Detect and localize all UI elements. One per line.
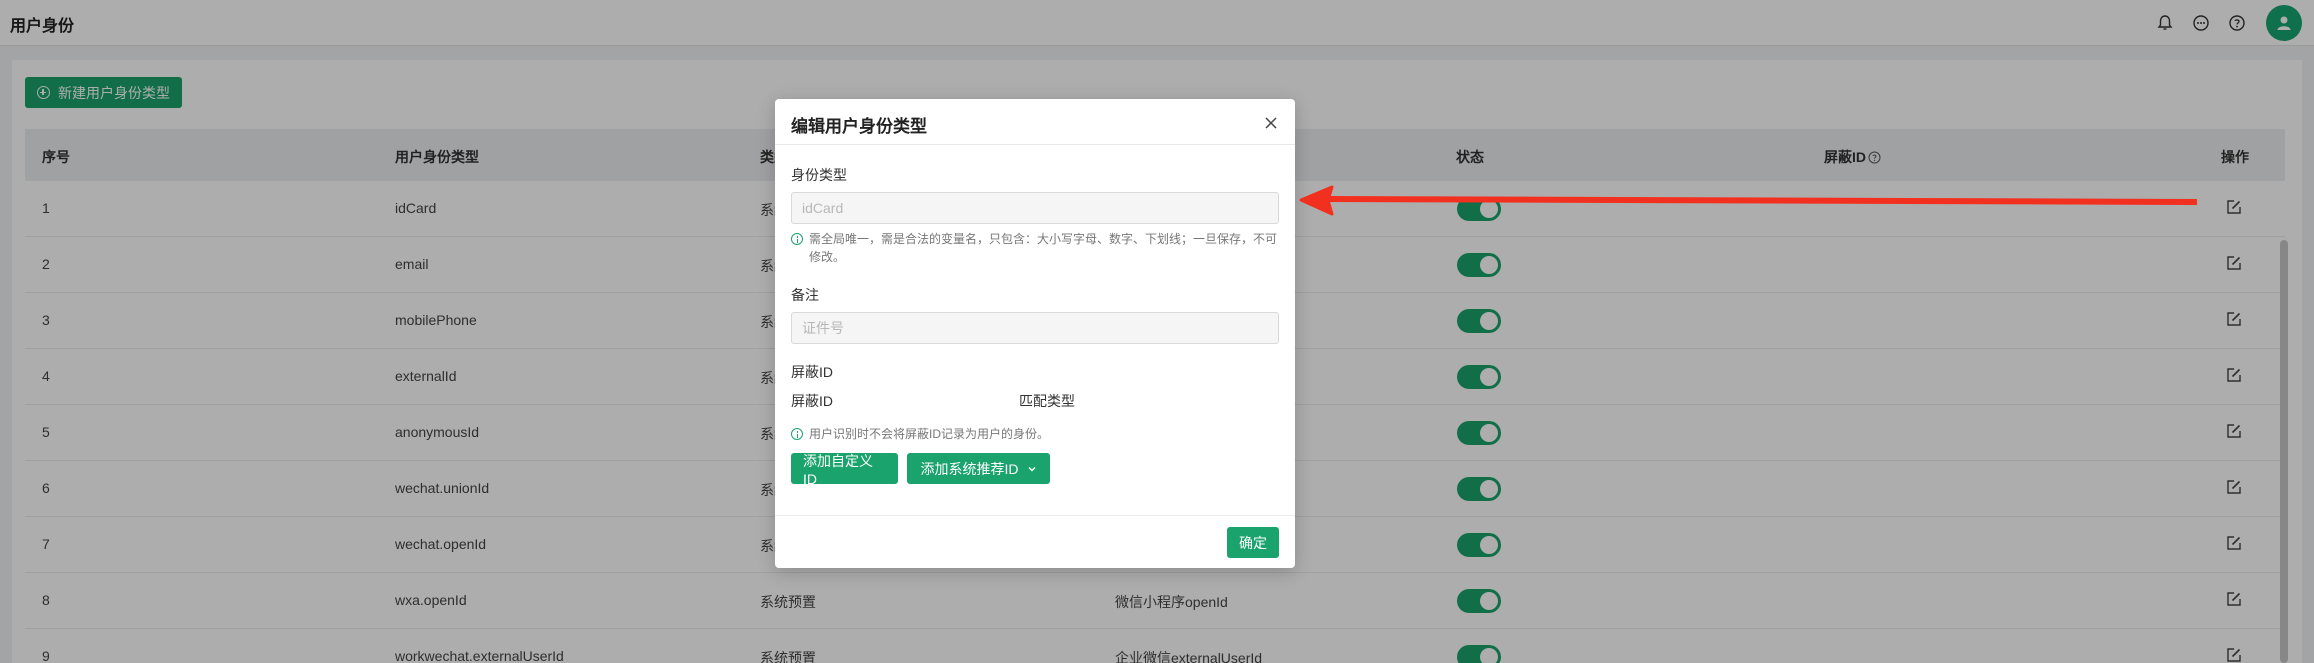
- annotation-arrow: [1299, 185, 2198, 216]
